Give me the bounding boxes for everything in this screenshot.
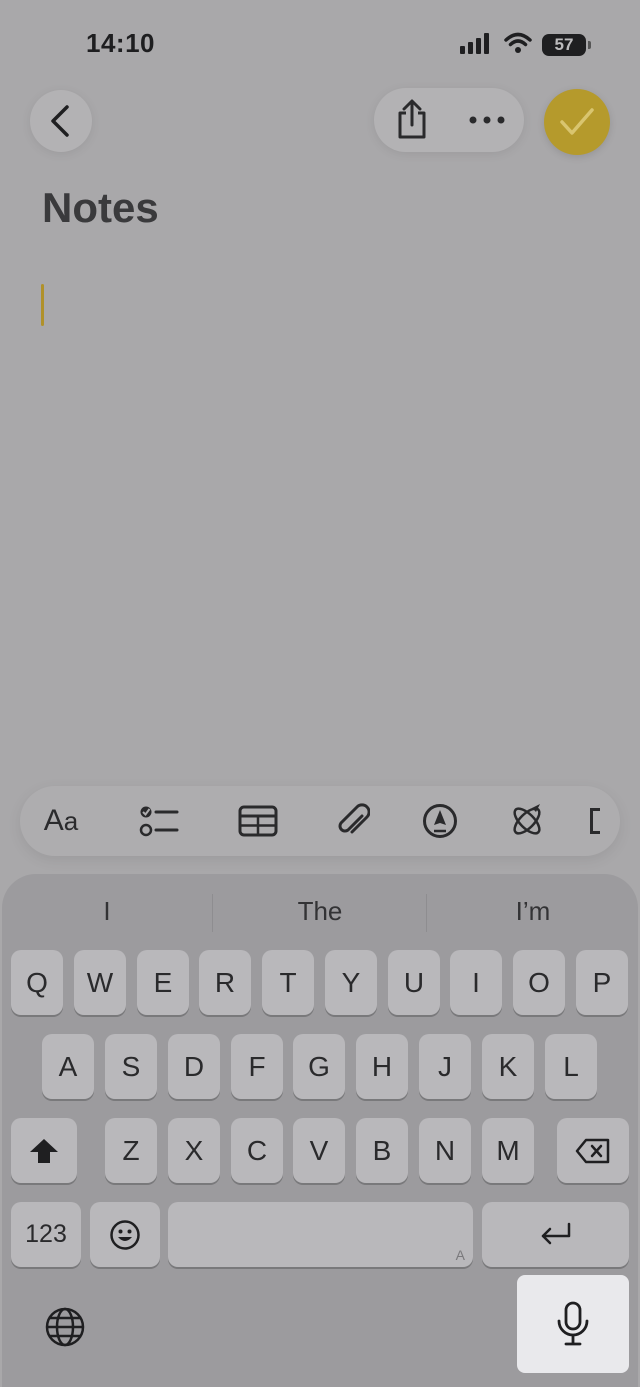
key-f[interactable]: F	[231, 1034, 283, 1099]
wifi-icon	[504, 32, 532, 59]
more-button[interactable]	[469, 115, 505, 125]
globe-icon	[45, 1307, 85, 1347]
paperclip-icon	[338, 803, 370, 834]
formatting-toolbar: Aa	[20, 786, 620, 856]
backspace-icon	[575, 1138, 610, 1163]
share-icon	[398, 99, 425, 139]
key-e[interactable]: E	[137, 950, 189, 1015]
key-k[interactable]: K	[482, 1034, 534, 1099]
return-key[interactable]	[482, 1202, 629, 1267]
dictation-button[interactable]	[517, 1275, 629, 1373]
suggestion-divider	[426, 894, 427, 932]
suggestion-2[interactable]: The	[225, 896, 415, 927]
key-a[interactable]: A	[42, 1034, 94, 1099]
suggestion-divider	[212, 894, 213, 932]
key-d[interactable]: D	[168, 1034, 220, 1099]
table-button[interactable]	[233, 796, 283, 846]
key-y[interactable]: Y	[325, 950, 377, 1015]
key-t[interactable]: T	[262, 950, 314, 1015]
key-j[interactable]: J	[419, 1034, 471, 1099]
writing-tools-button[interactable]	[502, 796, 552, 846]
key-c[interactable]: C	[231, 1118, 283, 1183]
writing-tools-icon	[513, 804, 541, 835]
back-button[interactable]	[30, 90, 92, 152]
emoji-icon	[110, 1219, 140, 1250]
suggestion-3[interactable]: I’m	[438, 896, 628, 927]
key-x[interactable]: X	[168, 1118, 220, 1183]
numbers-key[interactable]: 123	[11, 1202, 81, 1267]
text-cursor[interactable]	[41, 284, 44, 326]
key-o[interactable]: O	[513, 950, 565, 1015]
shift-arrow-icon	[30, 1138, 58, 1163]
key-s[interactable]: S	[105, 1034, 157, 1099]
space-key[interactable]: A	[168, 1202, 473, 1267]
pen-tip-icon	[423, 804, 457, 838]
key-i[interactable]: I	[450, 950, 502, 1015]
key-u[interactable]: U	[388, 950, 440, 1015]
key-z[interactable]: Z	[105, 1118, 157, 1183]
more-tools-button[interactable]	[590, 796, 620, 846]
status-time: 14:10	[86, 28, 155, 58]
key-v[interactable]: V	[293, 1118, 345, 1183]
markup-button[interactable]	[415, 796, 465, 846]
key-w[interactable]: W	[74, 950, 126, 1015]
key-r[interactable]: R	[199, 950, 251, 1015]
share-button[interactable]	[394, 99, 430, 141]
table-icon	[238, 805, 278, 837]
key-h[interactable]: H	[356, 1034, 408, 1099]
space-language-hint: A	[455, 1247, 465, 1263]
shift-key[interactable]	[11, 1118, 77, 1183]
delete-key[interactable]	[557, 1118, 629, 1183]
return-icon	[541, 1222, 570, 1244]
key-p[interactable]: P	[576, 950, 628, 1015]
key-n[interactable]: N	[419, 1118, 471, 1183]
battery-level: 57	[554, 35, 574, 54]
chevron-left-icon	[51, 105, 69, 137]
key-g[interactable]: G	[293, 1034, 345, 1099]
note-title: Notes	[42, 184, 159, 231]
checklist-button[interactable]	[134, 796, 184, 846]
emoji-key[interactable]	[90, 1202, 160, 1267]
cellular-signal-icon	[460, 32, 494, 59]
done-button[interactable]	[544, 89, 610, 155]
text-format-icon: Aa	[43, 804, 79, 837]
suggestion-1[interactable]: I	[12, 896, 202, 927]
globe-button[interactable]	[40, 1302, 90, 1352]
key-m[interactable]: M	[482, 1118, 534, 1183]
more-tools-icon	[590, 808, 600, 834]
attachment-button[interactable]	[328, 796, 378, 846]
key-l[interactable]: L	[545, 1034, 597, 1099]
microphone-icon	[557, 1301, 589, 1346]
status-icons: 57	[460, 30, 591, 60]
key-b[interactable]: B	[356, 1118, 408, 1183]
key-q[interactable]: Q	[11, 950, 63, 1015]
note-actions-pill	[374, 88, 524, 152]
battery-indicator: 57	[542, 34, 591, 56]
checkmark-icon	[560, 108, 594, 135]
text-format-button[interactable]: Aa	[36, 796, 86, 846]
checklist-icon	[139, 806, 179, 837]
ellipsis-icon	[469, 116, 504, 124]
